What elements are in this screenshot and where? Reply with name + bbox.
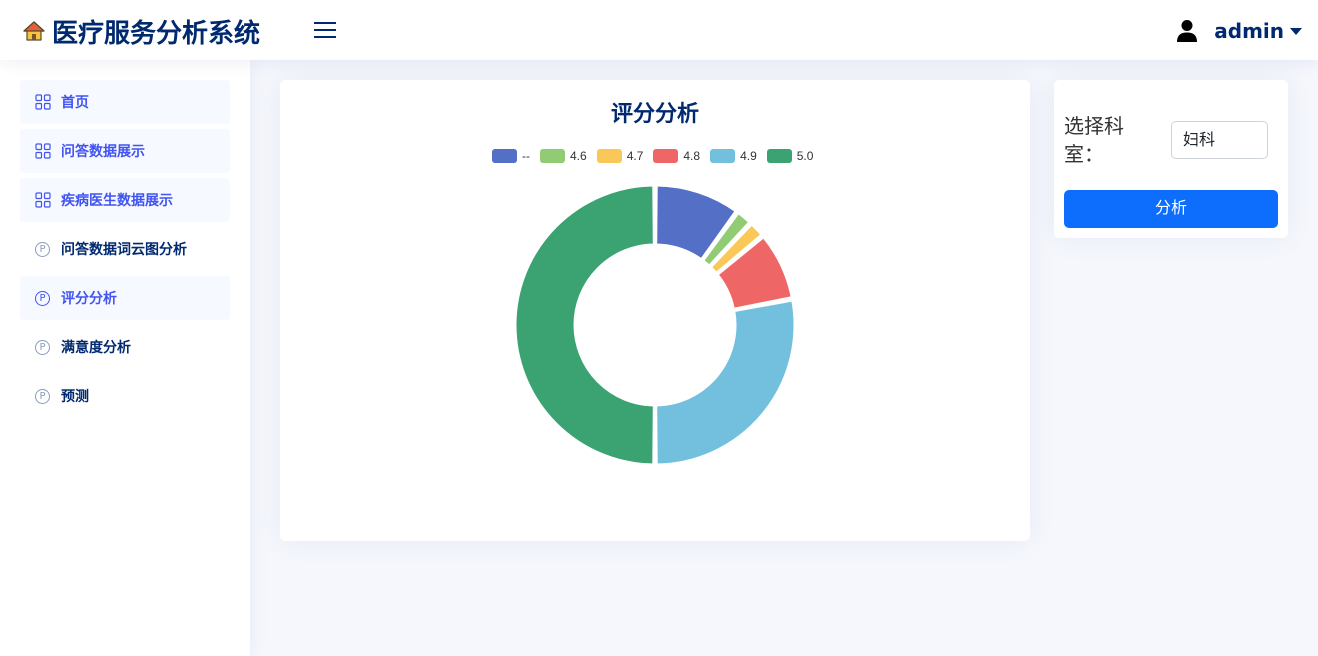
chevron-down-icon (1290, 27, 1302, 35)
sidebar-item-disease-doctor[interactable]: 疾病医生数据展示 (20, 178, 230, 222)
department-select[interactable]: 妇科 (1171, 121, 1268, 159)
p-circle-icon: P (35, 290, 50, 306)
app-title: 医疗服务分析系统 (52, 18, 261, 49)
donut-slice[interactable] (654, 298, 797, 467)
sidebar-item-home[interactable]: 首页 (20, 80, 230, 124)
user-name: admin (1214, 19, 1284, 43)
sidebar-item-rating[interactable]: P 评分分析 (20, 276, 230, 320)
house-icon (23, 21, 45, 41)
grid-icon (35, 94, 51, 110)
sidebar-item-qa-data[interactable]: 问答数据展示 (20, 129, 230, 173)
p-circle-icon: P (35, 388, 50, 404)
analyze-button[interactable]: 分析 (1064, 190, 1278, 228)
department-label: 选择科室： (1064, 114, 1124, 166)
grid-icon (35, 143, 51, 159)
top-header: 医疗服务分析系统 admin (0, 0, 1318, 60)
donut-slice[interactable] (513, 183, 656, 467)
sidebar-item-satisfaction[interactable]: P 满意度分析 (20, 325, 230, 369)
p-circle-icon: P (35, 339, 50, 355)
rating-chart-card: 评分分析 -- 4.6 4.7 4.8 4.9 5.0 (280, 80, 1030, 541)
app-logo[interactable]: 医疗服务分析系统 (22, 12, 260, 50)
sidebar-item-label: 问答数据展示 (61, 144, 145, 160)
hamburger-icon[interactable] (313, 20, 337, 40)
donut-chart (513, 183, 797, 467)
sidebar-item-forecast[interactable]: P 预测 (20, 374, 230, 418)
p-circle-icon: P (35, 241, 50, 257)
sidebar-item-label: 问答数据词云图分析 (61, 242, 187, 258)
sidebar-item-label: 评分分析 (61, 291, 117, 307)
grid-icon (35, 192, 51, 208)
sidebar-item-label: 满意度分析 (61, 340, 131, 356)
user-menu[interactable]: admin (1176, 16, 1302, 46)
department-form-card: 选择科室： 妇科 分析 (1054, 80, 1288, 238)
sidebar-item-label: 首页 (61, 95, 89, 111)
sidebar: 首页 问答数据展示 疾病医生数据展示 P 问答数据词云图分析 P 评分分析 P … (0, 60, 250, 656)
user-icon (1177, 20, 1198, 42)
sidebar-item-label: 疾病医生数据展示 (61, 193, 173, 209)
sidebar-item-wordcloud[interactable]: P 问答数据词云图分析 (20, 227, 230, 271)
sidebar-item-label: 预测 (61, 389, 89, 405)
